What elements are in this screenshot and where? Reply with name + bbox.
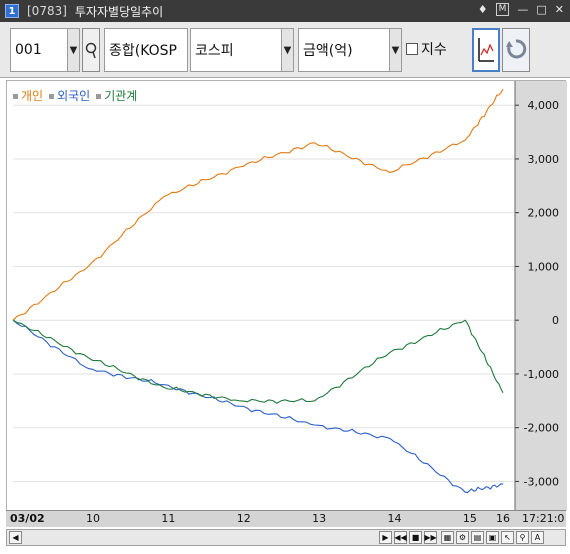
rewind-icon[interactable]: ◀◀ (394, 531, 407, 544)
x-tick-label: 13 (312, 512, 327, 525)
window-title: 투자자별당일추이 (74, 4, 164, 19)
y-tick-label: -1,000 (524, 368, 559, 381)
series-line-0 (12, 88, 504, 321)
market-select[interactable]: 코스피 (190, 28, 282, 72)
line-chart: 4,000 3,000 2,000 1,000 0 -1,000 -2,000 -3,000 (12, 81, 567, 511)
scroll-left-icon[interactable]: ◀ (9, 531, 22, 544)
market-name-field: 종합(KOSP (104, 28, 188, 72)
close-icon[interactable]: ✕ (555, 3, 564, 16)
font-icon[interactable]: A (531, 531, 544, 544)
chart-view-icon[interactable] (472, 28, 500, 72)
zoom-icon[interactable]: ⚲ (516, 531, 529, 544)
series-line-1 (12, 319, 504, 494)
window-number-badge: 1 (5, 4, 19, 18)
x-tick-label: 14 (387, 512, 402, 525)
title-bar: 1 [0783] 투자자별당일추이 ♦ M — □ ✕ (0, 0, 570, 22)
code-input[interactable]: 001 (10, 28, 68, 72)
toolbar: 001 ▼ 종합(KOSP 코스피 ▼ 금액(억) ▼ 지수 (0, 22, 570, 78)
maximize-mode-icon[interactable]: M (495, 3, 510, 16)
restore-icon[interactable]: □ (536, 3, 546, 16)
market-dropdown-arrow[interactable]: ▼ (282, 28, 294, 72)
x-tick-label: 16 (496, 512, 510, 525)
scroll-right-icon[interactable]: ▶ (379, 531, 392, 544)
stop-icon[interactable]: ■ (409, 531, 422, 544)
x-tick-label: 03/02 (10, 512, 45, 525)
unit-select[interactable]: 금액(억) (298, 28, 390, 72)
search-icon[interactable] (82, 28, 100, 72)
layout-icon[interactable]: ▦ (441, 531, 454, 544)
print-icon[interactable]: ▣ (486, 531, 499, 544)
y-tick-label: 2,000 (528, 207, 560, 220)
pin-icon[interactable]: ♦ (478, 3, 488, 16)
x-tick-label: 10 (86, 512, 100, 525)
y-tick-label: 0 (552, 314, 559, 327)
x-tick-label: 15 (462, 512, 477, 525)
y-tick-label: -3,000 (524, 475, 559, 488)
save-icon[interactable]: ▤ (471, 531, 484, 544)
y-tick-label: 4,000 (528, 99, 560, 112)
unit-dropdown-arrow[interactable]: ▼ (390, 28, 402, 72)
y-tick-label: 1,000 (528, 260, 560, 273)
chart-area[interactable]: 개인 외국인 기관계 4,000 3,000 2,000 1,000 0 -1,000 -2… (6, 80, 567, 527)
y-tick-label: 3,000 (528, 153, 560, 166)
minimize-icon[interactable]: — (517, 3, 528, 16)
code-dropdown-arrow[interactable]: ▼ (68, 28, 80, 72)
y-axis-panel (515, 81, 567, 511)
zoom-reset-icon[interactable]: ↖ (501, 531, 514, 544)
y-tick-label: -2,000 (524, 422, 559, 435)
horizontal-scrollbar[interactable]: ◀ ▶ ◀◀ ■ ▶▶ ▦ ⚙ ▤ ▣ ↖ ⚲ A (6, 529, 566, 546)
refresh-icon[interactable] (502, 28, 530, 72)
series-line-2 (12, 319, 504, 404)
x-tick-label: 11 (161, 512, 176, 525)
x-tick-label: 12 (236, 512, 251, 525)
index-checkbox[interactable] (406, 43, 418, 55)
screen-code: [0783] (27, 4, 67, 18)
settings-icon[interactable]: ⚙ (456, 531, 469, 544)
x-axis-bar: 03/02 10 11 12 13 14 15 16 17:21:0 (6, 510, 566, 527)
current-time-label: 17:21:0 (522, 512, 565, 525)
fast-forward-icon[interactable]: ▶▶ (424, 531, 437, 544)
index-checkbox-label: 지수 (421, 42, 447, 58)
